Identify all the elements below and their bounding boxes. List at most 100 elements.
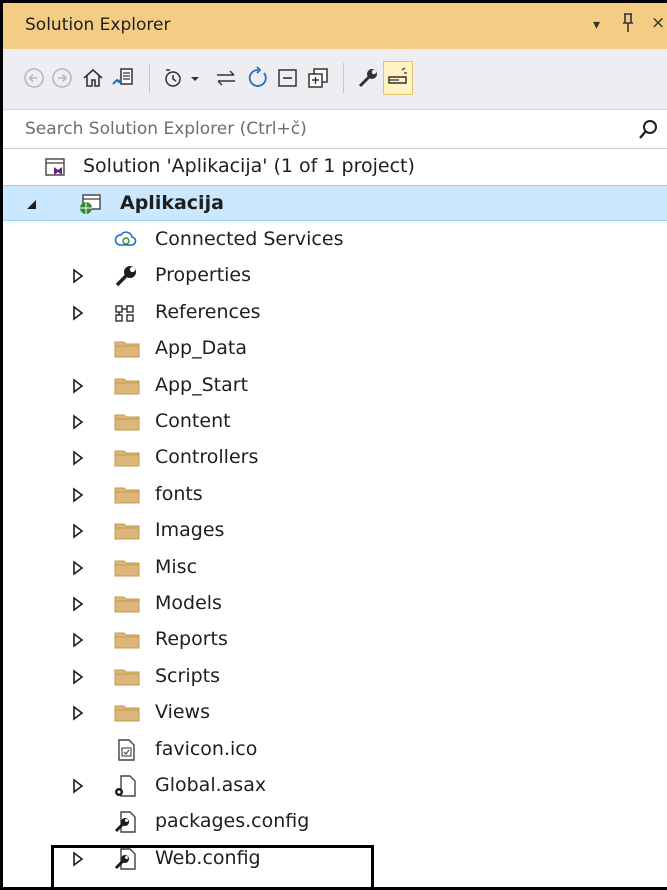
forward-button[interactable] — [47, 61, 77, 95]
folder-icon — [113, 446, 140, 470]
tree-item-scripts[interactable]: Scripts — [3, 659, 667, 695]
expand-arrow-icon[interactable] — [71, 486, 85, 503]
panel-title: Solution Explorer — [25, 15, 171, 35]
tree-item-label: Controllers — [155, 446, 259, 469]
folder-icon — [113, 337, 140, 361]
tree-item-packages-config[interactable]: packages.config — [3, 804, 667, 840]
web-project-icon — [77, 192, 103, 216]
search-icon — [639, 120, 657, 139]
sync-icon — [217, 70, 235, 86]
tree-item-views[interactable]: Views — [3, 695, 667, 731]
expand-arrow-icon[interactable] — [71, 777, 85, 794]
tree-item-favicon-ico[interactable]: favicon.ico — [3, 732, 667, 768]
home-button[interactable] — [78, 61, 108, 95]
tree-item-app-start[interactable]: App_Start — [3, 368, 667, 404]
window-position-dropdown-button[interactable]: ▾ — [593, 17, 600, 33]
tree-item-misc[interactable]: Misc — [3, 550, 667, 586]
expand-arrow-icon[interactable] — [71, 304, 85, 321]
solution-node[interactable]: Solution 'Aplikacija' (1 of 1 project) — [3, 149, 667, 185]
search-button[interactable] — [637, 117, 661, 143]
tree-item-label: Web.config — [155, 846, 261, 869]
folder-icon — [113, 592, 140, 616]
references-icon — [113, 301, 139, 325]
wrench-icon — [113, 264, 139, 288]
switch-views-icon — [112, 68, 133, 85]
collapse-all-button[interactable] — [273, 61, 303, 95]
solution-explorer-panel: Solution Explorer ▾ × Search Solution Ex… — [0, 0, 667, 890]
tree-item-content[interactable]: Content — [3, 404, 667, 440]
tree-item-label: Scripts — [155, 664, 221, 687]
tree-item-models[interactable]: Models — [3, 586, 667, 622]
expand-arrow-icon[interactable] — [71, 413, 85, 430]
folder-icon — [113, 410, 140, 434]
folder-icon — [113, 374, 140, 398]
connected-services-icon — [113, 228, 139, 252]
tree-item-web-config[interactable]: Web.config — [3, 841, 667, 877]
tree-item-app-data[interactable]: App_Data — [3, 331, 667, 367]
expand-arrow-icon[interactable] — [71, 559, 85, 576]
toolbar-separator — [343, 63, 344, 93]
properties-button[interactable] — [353, 61, 383, 95]
solution-label: Solution 'Aplikacija' (1 of 1 project) — [83, 155, 415, 177]
expand-arrow-icon[interactable] — [71, 850, 85, 867]
close-button[interactable]: × — [651, 13, 665, 33]
pending-changes-filter-button[interactable] — [159, 61, 189, 95]
chevron-down-icon — [191, 77, 199, 81]
project-label: Aplikacija — [120, 192, 224, 214]
back-button[interactable] — [19, 61, 49, 95]
asax-file-icon — [113, 774, 139, 798]
expand-arrow-icon[interactable] — [71, 704, 85, 721]
expand-arrow-icon[interactable] — [71, 377, 85, 394]
solution-explorer-toolbar — [3, 49, 667, 110]
project-node[interactable]: Aplikacija — [3, 185, 667, 221]
search-input[interactable]: Search Solution Explorer (Ctrl+č) — [25, 119, 307, 139]
panel-titlebar: Solution Explorer ▾ × — [3, 3, 667, 49]
folder-icon — [113, 701, 140, 725]
tree-item-controllers[interactable]: Controllers — [3, 440, 667, 476]
home-icon — [83, 68, 103, 87]
tree-item-label: Views — [155, 701, 210, 724]
expanded-arrow-icon[interactable] — [25, 195, 39, 211]
expand-arrow-icon[interactable] — [71, 267, 85, 284]
tree-item-label: Global.asax — [155, 774, 267, 796]
tree-item-properties[interactable]: Properties — [3, 258, 667, 294]
tree-item-label: packages.config — [155, 810, 310, 833]
preview-selected-items-button[interactable] — [383, 61, 413, 95]
pin-button[interactable] — [621, 13, 635, 38]
folder-icon — [113, 483, 140, 507]
tree-item-connected-services[interactable]: Connected Services — [3, 222, 667, 258]
tree-item-label: App_Start — [155, 373, 249, 396]
tree-item-references[interactable]: References — [3, 295, 667, 331]
tree-item-label: fonts — [155, 482, 203, 505]
folder-icon — [113, 665, 140, 689]
refresh-button[interactable] — [243, 61, 273, 95]
search-box[interactable]: Search Solution Explorer (Ctrl+č) — [3, 111, 667, 149]
expand-arrow-icon[interactable] — [71, 522, 85, 539]
sync-with-active-document-button[interactable] — [211, 61, 241, 95]
expand-arrow-icon[interactable] — [71, 449, 85, 466]
expand-arrow-icon[interactable] — [71, 631, 85, 648]
tree-item-label: App_Data — [155, 337, 247, 360]
expand-arrow-icon[interactable] — [71, 668, 85, 685]
solution-icon — [43, 155, 69, 179]
preview-selected-items-icon — [388, 67, 407, 84]
tree-item-label: Misc — [155, 555, 198, 578]
pin-icon — [623, 13, 633, 32]
folder-icon — [113, 519, 140, 543]
folder-icon — [113, 556, 140, 580]
pending-changes-filter-dropdown[interactable] — [187, 61, 203, 95]
tree-item-label: Images — [155, 519, 225, 542]
switch-views-button[interactable] — [108, 61, 138, 95]
tree-item-label: favicon.ico — [155, 737, 258, 760]
pending-changes-filter-icon — [165, 69, 181, 87]
tree-item-reports[interactable]: Reports — [3, 622, 667, 658]
tree-item-global-asax[interactable]: Global.asax — [3, 768, 667, 804]
expand-arrow-icon[interactable] — [71, 595, 85, 612]
show-all-files-icon — [308, 68, 328, 88]
tree-item-fonts[interactable]: fonts — [3, 477, 667, 513]
show-all-files-button[interactable] — [303, 61, 333, 95]
folder-icon — [113, 628, 140, 652]
tree-item-images[interactable]: Images — [3, 513, 667, 549]
tree-item-label: Reports — [155, 628, 228, 651]
wrench-icon — [358, 69, 377, 88]
